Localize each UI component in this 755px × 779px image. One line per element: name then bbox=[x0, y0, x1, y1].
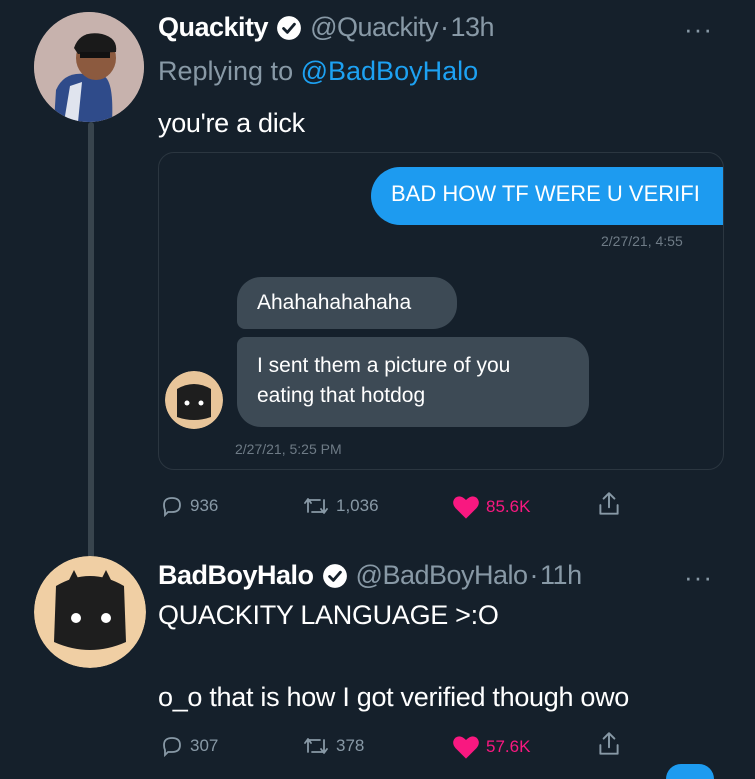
tweet2-text-line1: QUACKITY LANGUAGE >:O bbox=[158, 600, 499, 630]
incoming-message-bubble: I sent them a picture of you eating that… bbox=[237, 337, 589, 427]
more-options-icon[interactable]: ··· bbox=[684, 564, 713, 590]
like-count: 57.6K bbox=[486, 737, 531, 756]
quackity-avatar[interactable] bbox=[34, 12, 144, 122]
share-button[interactable] bbox=[596, 730, 628, 758]
tweet2-separator: · bbox=[529, 560, 539, 590]
verified-badge-icon bbox=[276, 15, 302, 41]
like-button[interactable]: 85.6K bbox=[452, 494, 530, 520]
incoming-message-text: Ahahahahahaha bbox=[257, 291, 412, 314]
tweet2-header: BadBoyHalo @BadBoyHalo · 11h bbox=[158, 560, 582, 591]
heart-icon bbox=[453, 736, 479, 759]
retweet-button[interactable]: 1,036 bbox=[302, 494, 379, 518]
tweet1-separator: · bbox=[440, 12, 449, 42]
tweet2-text-line2: o_o that is how I got verified though ow… bbox=[158, 682, 630, 712]
retweet-count: 1,036 bbox=[336, 496, 379, 515]
replying-prefix: Replying to bbox=[158, 56, 294, 86]
outgoing-message-bubble: BAD HOW TF WERE U VERIFI bbox=[371, 167, 723, 225]
badboyhalo-avatar[interactable] bbox=[34, 556, 146, 668]
tweet1-media-image[interactable]: BAD HOW TF WERE U VERIFI 2/27/21, 4:55 A… bbox=[158, 152, 724, 470]
retweet-button[interactable]: 378 bbox=[302, 734, 364, 758]
incoming-message-line: I sent them a picture of you bbox=[257, 354, 511, 377]
like-count: 85.6K bbox=[486, 497, 531, 516]
heart-icon bbox=[453, 496, 479, 519]
outgoing-timestamp: 2/27/21, 4:55 bbox=[601, 233, 683, 249]
thread-connector bbox=[88, 122, 94, 560]
share-button[interactable] bbox=[596, 490, 628, 518]
like-button[interactable]: 57.6K bbox=[452, 734, 530, 760]
verified-badge-icon bbox=[322, 563, 348, 589]
reply-icon bbox=[163, 497, 181, 518]
replying-to: Replying to @BadBoyHalo bbox=[158, 56, 478, 87]
tweet2-time[interactable]: 11h bbox=[540, 560, 582, 591]
retweet-icon bbox=[304, 738, 328, 754]
incoming-message-bubble: Ahahahahahaha bbox=[237, 277, 457, 329]
tweet1-time[interactable]: 13h bbox=[451, 12, 495, 43]
replying-to-mention[interactable]: @BadBoyHalo bbox=[301, 56, 479, 86]
tweet1-text: you're a dick bbox=[158, 108, 305, 138]
incoming-message-line: eating that hotdog bbox=[257, 384, 426, 407]
tweet1-header: Quackity @Quackity · 13h bbox=[158, 12, 495, 43]
share-icon bbox=[599, 732, 619, 755]
reply-count: 936 bbox=[190, 496, 219, 515]
incoming-timestamp: 2/27/21, 5:25 PM bbox=[235, 441, 342, 457]
reply-icon bbox=[163, 737, 181, 758]
retweet-count: 378 bbox=[336, 736, 365, 755]
share-icon bbox=[599, 492, 619, 515]
tweet1-handle[interactable]: @Quackity bbox=[310, 12, 438, 43]
tweet1-display-name[interactable]: Quackity bbox=[158, 12, 269, 43]
more-options-icon[interactable]: ··· bbox=[684, 16, 713, 42]
reply-button[interactable]: 936 bbox=[160, 494, 218, 518]
reply-button[interactable]: 307 bbox=[160, 734, 218, 758]
retweet-icon bbox=[304, 498, 328, 514]
badboyhalo-small-avatar bbox=[165, 371, 223, 429]
tweet2-handle[interactable]: @BadBoyHalo bbox=[356, 560, 529, 591]
reply-count: 307 bbox=[190, 736, 219, 755]
tweet2-display-name[interactable]: BadBoyHalo bbox=[158, 560, 314, 591]
compose-fab-edge[interactable] bbox=[666, 764, 714, 779]
